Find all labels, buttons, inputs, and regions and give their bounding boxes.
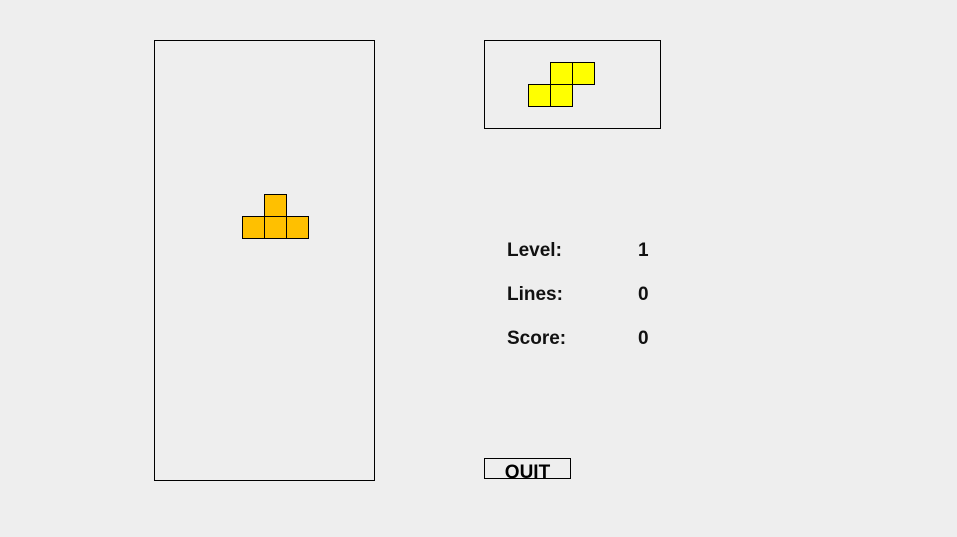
next-piece-block [572,62,595,85]
game-board[interactable] [154,40,375,481]
next-piece-block [528,84,551,107]
lines-value: 0 [638,284,649,305]
score-value: 0 [638,328,649,349]
score-label: Score: [507,328,567,349]
level-label: Level: [507,240,562,261]
lines-label: Lines: [507,284,563,305]
active-piece-block [264,194,287,217]
score-row: Score: 0 [507,328,687,352]
level-value: 1 [638,240,649,261]
active-piece-block [242,216,265,239]
next-piece-block [550,62,573,85]
level-row: Level: 1 [507,240,687,264]
lines-row: Lines: 0 [507,284,687,308]
active-piece-block [264,216,287,239]
tetris-game: Level: 1 Lines: 0 Score: 0 QUIT [0,0,957,537]
active-piece-block [286,216,309,239]
next-piece-preview [484,40,661,129]
next-piece-block [550,84,573,107]
quit-button[interactable]: QUIT [484,458,571,479]
